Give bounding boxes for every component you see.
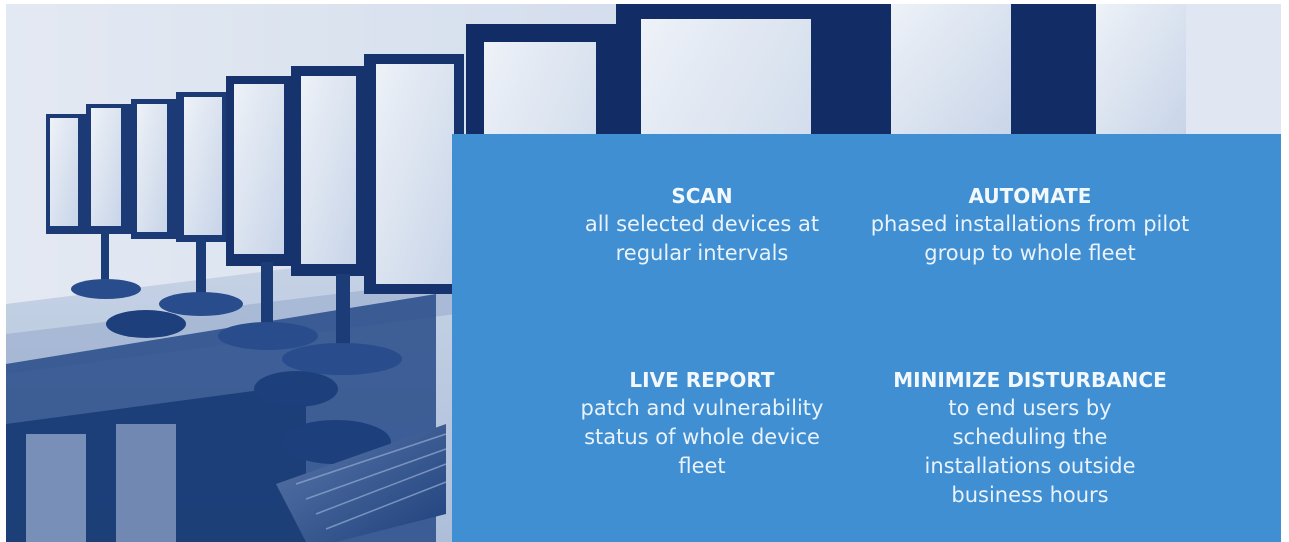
feature-description: to end users by scheduling the installat…	[924, 396, 1136, 507]
feature-title: SCAN	[671, 184, 733, 208]
hero-banner: SCAN all selected devices at regular int…	[0, 0, 1289, 542]
feature-description: phased installations from pilot group to…	[870, 212, 1190, 265]
features-panel: SCAN all selected devices at regular int…	[452, 134, 1281, 542]
feature-minimize-disturbance: MINIMIZE DISTURBANCE to end users by sch…	[870, 366, 1190, 510]
feature-title: AUTOMATE	[968, 184, 1092, 208]
feature-description: all selected devices at regular interval…	[584, 212, 820, 265]
feature-scan: SCAN all selected devices at regular int…	[552, 182, 852, 268]
feature-live-report: LIVE REPORT patch and vulnerability stat…	[552, 366, 852, 481]
feature-title: MINIMIZE DISTURBANCE	[893, 368, 1167, 392]
feature-title: LIVE REPORT	[629, 368, 775, 392]
feature-automate: AUTOMATE phased installations from pilot…	[870, 182, 1190, 268]
feature-description: patch and vulnerability status of whole …	[580, 396, 824, 478]
